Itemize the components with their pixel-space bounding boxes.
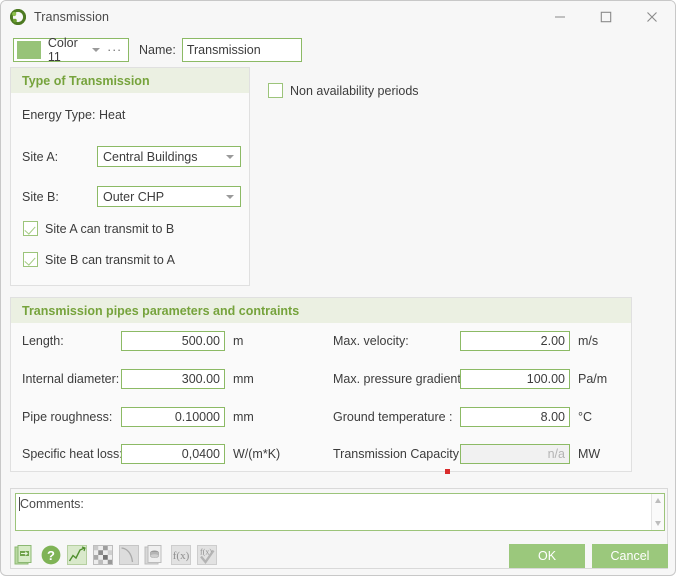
window-title: Transmission — [34, 9, 110, 24]
maximize-icon — [600, 11, 612, 22]
checkbox-site-a-to-b[interactable]: Site A can transmit to B — [23, 221, 174, 236]
scroll-up-icon[interactable] — [655, 498, 661, 503]
max-pressure-gradient-input[interactable] — [460, 369, 570, 389]
max-pressure-gradient-label: Max. pressure gradient: — [333, 372, 465, 386]
site-b-value: Outer CHP — [103, 189, 165, 204]
checkbox-site-b-to-a-label: Site B can transmit to A — [45, 252, 175, 267]
cancel-button[interactable]: Cancel — [592, 544, 668, 568]
max-velocity-unit: m/s — [578, 334, 599, 348]
internal-diameter-unit: mm — [233, 372, 254, 386]
close-button[interactable] — [629, 1, 675, 32]
transmission-capacity-unit: MW — [578, 447, 601, 461]
specific-heat-loss-unit: W/(m*K) — [233, 447, 281, 461]
maximize-button[interactable] — [583, 1, 629, 32]
help-icon[interactable]: ? — [40, 544, 62, 566]
comments-field[interactable]: Comments: — [15, 493, 665, 531]
title-bar: Transmission — [1, 1, 675, 32]
color-select-value: Color 11 — [47, 36, 78, 64]
site-a-select[interactable]: Central Buildings — [97, 146, 241, 167]
name-input[interactable] — [181, 38, 302, 62]
length-unit: m — [233, 334, 244, 348]
pipes-group-title: Transmission pipes parameters and contra… — [11, 298, 631, 323]
length-label: Length: — [22, 334, 64, 348]
ring-icon — [10, 8, 26, 25]
chevron-down-icon — [92, 48, 101, 52]
ok-button[interactable]: OK — [509, 544, 585, 568]
chevron-down-icon — [226, 194, 234, 199]
energy-type-label: Energy Type: — [22, 108, 96, 122]
pipe-roughness-unit: mm — [233, 410, 254, 424]
svg-text:?: ? — [47, 548, 55, 563]
comments-scrollbar[interactable] — [651, 494, 664, 530]
max-pressure-gradient-unit: Pa/m — [578, 372, 608, 386]
transmission-capacity-label: Transmission Capacity: — [333, 447, 463, 461]
internal-diameter-input[interactable] — [121, 369, 225, 389]
chart-line-icon[interactable] — [66, 544, 88, 566]
length-input[interactable] — [121, 331, 225, 351]
heatmap-icon[interactable] — [92, 544, 114, 566]
svg-text:f(x): f(x) — [173, 550, 190, 562]
chevron-down-icon — [226, 154, 234, 159]
transmission-capacity-input — [460, 444, 570, 464]
type-of-transmission-group: Type of Transmission Energy Type: Heat S… — [10, 67, 250, 286]
close-icon — [647, 11, 657, 22]
color-name-row: Color 11 ··· Name: — [13, 36, 302, 64]
curve-icon[interactable] — [118, 544, 140, 566]
site-a-label: Site A: — [22, 150, 59, 164]
database-document-icon[interactable] — [144, 544, 166, 566]
max-velocity-input[interactable] — [460, 331, 570, 351]
checkbox-non-availability-label: Non availability periods — [290, 83, 419, 98]
transmission-dialog: Transmission Color 11 ··· Name: Transmis… — [0, 0, 676, 576]
scroll-down-icon[interactable] — [655, 521, 661, 526]
pipe-roughness-label: Pipe roughness: — [22, 410, 113, 424]
pipe-roughness-input[interactable] — [121, 407, 225, 427]
minimize-button[interactable] — [537, 1, 583, 32]
color-more-button[interactable]: ··· — [107, 44, 122, 57]
site-b-label: Site B: — [22, 190, 59, 204]
checkbox-non-availability[interactable]: Non availability periods — [268, 83, 419, 98]
validation-marker — [445, 469, 450, 474]
checkbox-box — [268, 83, 283, 98]
energy-type-value: Heat — [99, 108, 126, 122]
pipes-parameters-group: Transmission pipes parameters and contra… — [10, 297, 632, 472]
site-b-select[interactable]: Outer CHP — [97, 186, 241, 207]
type-group-title: Type of Transmission — [11, 68, 249, 93]
tool-icon-bar: ? f(x) f(x) — [14, 544, 218, 566]
checkbox-box — [23, 252, 38, 267]
checkbox-site-b-to-a[interactable]: Site B can transmit to A — [23, 252, 175, 267]
ground-temperature-input[interactable] — [460, 407, 570, 427]
checkbox-site-a-to-b-label: Site A can transmit to B — [45, 221, 175, 236]
ground-temperature-unit: °C — [578, 410, 593, 424]
internal-diameter-label: Internal diameter: — [22, 372, 120, 386]
max-velocity-label: Max. velocity: — [333, 334, 409, 348]
ground-temperature-label: Ground temperature : — [333, 410, 453, 424]
checkbox-box — [23, 221, 38, 236]
function-check-icon[interactable]: f(x) — [196, 544, 218, 566]
specific-heat-loss-label: Specific heat loss: — [22, 447, 123, 461]
export-document-icon[interactable] — [14, 544, 36, 566]
color-select[interactable]: Color 11 ··· — [13, 36, 129, 64]
site-a-value: Central Buildings — [103, 149, 198, 164]
function-icon[interactable]: f(x) — [170, 544, 192, 566]
minimize-icon — [555, 15, 565, 18]
comments-text: Comments: — [20, 497, 84, 511]
specific-heat-loss-input[interactable] — [121, 444, 225, 464]
color-swatch — [17, 41, 41, 59]
name-label: Name: — [139, 43, 176, 57]
